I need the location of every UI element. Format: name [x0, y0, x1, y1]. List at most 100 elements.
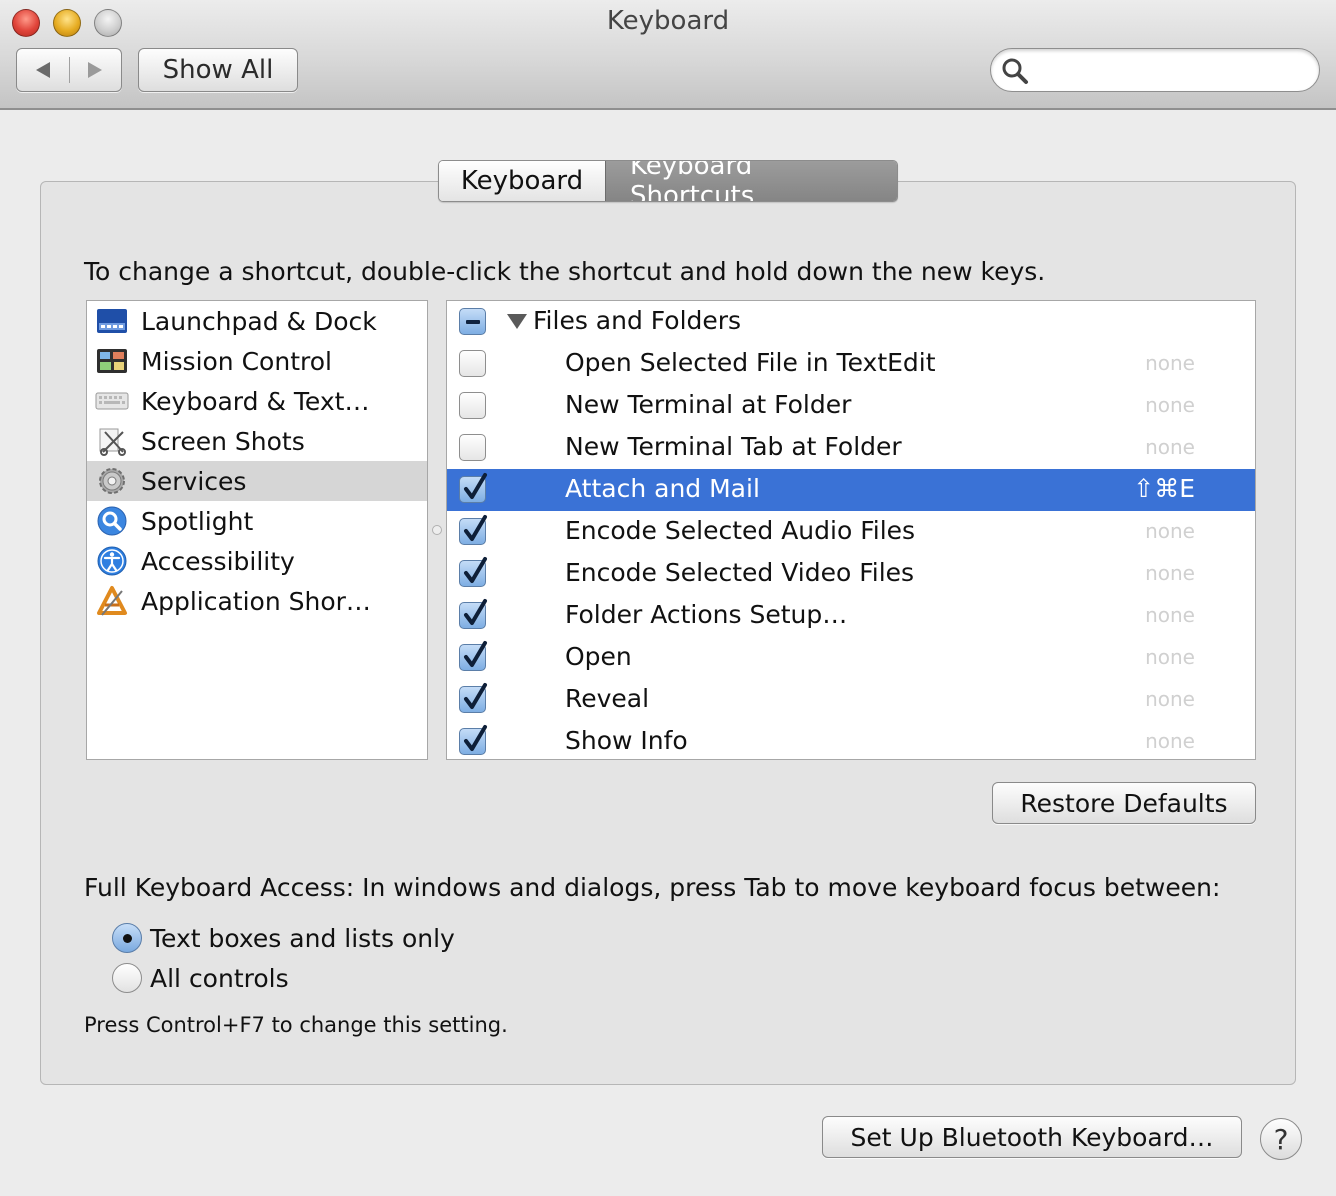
service-checkbox[interactable]: [459, 392, 486, 419]
spotlight-icon: [95, 504, 129, 538]
category-list: Launchpad & Dock Mission Control Keyboar…: [86, 300, 428, 760]
service-checkbox[interactable]: [459, 515, 487, 545]
back-button[interactable]: [17, 49, 69, 91]
category-launchpad-dock[interactable]: Launchpad & Dock: [87, 301, 427, 341]
service-name: Reveal: [565, 684, 650, 713]
radio-button-selected[interactable]: [112, 923, 142, 953]
mixed-state-icon: [466, 320, 480, 324]
shortcut-value[interactable]: none: [1145, 645, 1195, 669]
restore-defaults-button[interactable]: Restore Defaults: [992, 782, 1256, 824]
screenshot-icon: [95, 424, 129, 458]
shortcut-row[interactable]: Encode Selected Video Files none: [447, 553, 1255, 595]
service-name: Open Selected File in TextEdit: [565, 348, 936, 377]
category-mission-control[interactable]: Mission Control: [87, 341, 427, 381]
shortcut-value[interactable]: none: [1145, 687, 1195, 711]
shortcut-value[interactable]: none: [1145, 435, 1195, 459]
service-name: Encode Selected Video Files: [565, 558, 915, 587]
instruction-text: To change a shortcut, double-click the s…: [84, 257, 1046, 286]
service-name: New Terminal Tab at Folder: [565, 432, 902, 461]
radio-label: Text boxes and lists only: [150, 923, 455, 953]
checkmark-icon: [464, 473, 487, 499]
keyboard-access-hint: Press Control+F7 to change this setting.: [84, 1013, 508, 1037]
mission-control-icon: [95, 344, 129, 378]
show-all-button[interactable]: Show All: [138, 48, 298, 92]
category-label: Launchpad & Dock: [141, 306, 377, 336]
category-application-shortcuts[interactable]: Application Shor…: [87, 581, 427, 621]
radio-option-text-boxes[interactable]: Text boxes and lists only: [112, 920, 455, 956]
forward-arrow-icon: [88, 62, 103, 78]
shortcut-row[interactable]: Encode Selected Audio Files none: [447, 511, 1255, 553]
checkmark-icon: [464, 683, 487, 709]
shortcut-row[interactable]: Open none: [447, 637, 1255, 679]
category-accessibility[interactable]: Accessibility: [87, 541, 427, 581]
radio-option-all-controls[interactable]: All controls: [112, 960, 289, 996]
service-name: Open: [565, 642, 632, 671]
group-label: Files and Folders: [533, 306, 742, 335]
tab-keyboard[interactable]: Keyboard: [439, 161, 605, 201]
group-checkbox[interactable]: [459, 308, 486, 335]
split-view-handle[interactable]: [432, 525, 442, 535]
search-input[interactable]: [1037, 55, 1307, 85]
service-checkbox[interactable]: [459, 350, 486, 377]
category-spotlight[interactable]: Spotlight: [87, 501, 427, 541]
shortcut-row[interactable]: New Terminal at Folder none: [447, 385, 1255, 427]
service-checkbox[interactable]: [459, 434, 486, 461]
service-name: Folder Actions Setup…: [565, 600, 848, 629]
category-label: Keyboard & Text…: [141, 386, 370, 416]
keyboard-icon: [95, 384, 129, 418]
disclosure-triangle-icon[interactable]: [507, 314, 527, 329]
service-checkbox[interactable]: [459, 683, 487, 713]
service-checkbox[interactable]: [459, 725, 487, 755]
category-label: Screen Shots: [141, 426, 305, 456]
shortcut-row-selected[interactable]: Attach and Mail ⇧⌘E: [447, 469, 1255, 511]
radio-button[interactable]: [112, 963, 142, 993]
gear-icon: [95, 464, 129, 498]
group-row-files-and-folders[interactable]: Files and Folders: [447, 301, 1255, 343]
launchpad-dock-icon: [95, 304, 129, 338]
shortcut-row[interactable]: Folder Actions Setup… none: [447, 595, 1255, 637]
category-services[interactable]: Services: [87, 461, 427, 501]
service-checkbox[interactable]: [459, 599, 487, 629]
service-name: Attach and Mail: [565, 474, 760, 503]
accessibility-icon: [95, 544, 129, 578]
service-checkbox[interactable]: [459, 641, 487, 671]
category-screen-shots[interactable]: Screen Shots: [87, 421, 427, 461]
shortcut-row[interactable]: Reveal none: [447, 679, 1255, 721]
help-button[interactable]: ?: [1260, 1118, 1302, 1160]
service-name: Show Info: [565, 726, 688, 755]
full-keyboard-access-label: Full Keyboard Access: In windows and dia…: [84, 873, 1221, 902]
shortcut-list: Files and Folders Open Selected File in …: [446, 300, 1256, 760]
tab-bar: Keyboard Keyboard Shortcuts: [438, 160, 898, 202]
shortcut-value[interactable]: ⇧⌘E: [1133, 474, 1195, 503]
service-checkbox[interactable]: [459, 473, 487, 503]
shortcut-row[interactable]: Open Selected File in TextEdit none: [447, 343, 1255, 385]
search-field[interactable]: [990, 48, 1320, 92]
checkmark-icon: [464, 515, 487, 541]
category-label: Mission Control: [141, 346, 332, 376]
shortcut-value[interactable]: none: [1145, 729, 1195, 753]
window-title: Keyboard: [606, 6, 730, 36]
checkmark-icon: [464, 725, 487, 751]
category-label: Services: [141, 466, 247, 496]
service-name: New Terminal at Folder: [565, 390, 852, 419]
tab-keyboard-shortcuts[interactable]: Keyboard Shortcuts: [605, 161, 897, 201]
shortcut-value[interactable]: none: [1145, 561, 1195, 585]
shortcut-value[interactable]: none: [1145, 351, 1195, 375]
shortcut-value[interactable]: none: [1145, 519, 1195, 543]
set-up-bluetooth-keyboard-button[interactable]: Set Up Bluetooth Keyboard…: [822, 1116, 1242, 1158]
title-bar: Keyboard Show All: [0, 0, 1336, 110]
shortcut-value[interactable]: none: [1145, 393, 1195, 417]
category-label: Spotlight: [141, 506, 254, 536]
app-shortcuts-icon: [95, 584, 129, 618]
category-keyboard-text[interactable]: Keyboard & Text…: [87, 381, 427, 421]
service-checkbox[interactable]: [459, 557, 487, 587]
search-icon: [1002, 58, 1028, 84]
shortcut-row[interactable]: New Terminal Tab at Folder none: [447, 427, 1255, 469]
shortcut-value[interactable]: none: [1145, 603, 1195, 627]
forward-button[interactable]: [69, 49, 121, 91]
checkmark-icon: [464, 641, 487, 667]
checkmark-icon: [464, 599, 487, 625]
radio-label: All controls: [150, 963, 289, 993]
checkmark-icon: [464, 557, 487, 583]
shortcut-row[interactable]: Show Info none: [447, 721, 1255, 759]
